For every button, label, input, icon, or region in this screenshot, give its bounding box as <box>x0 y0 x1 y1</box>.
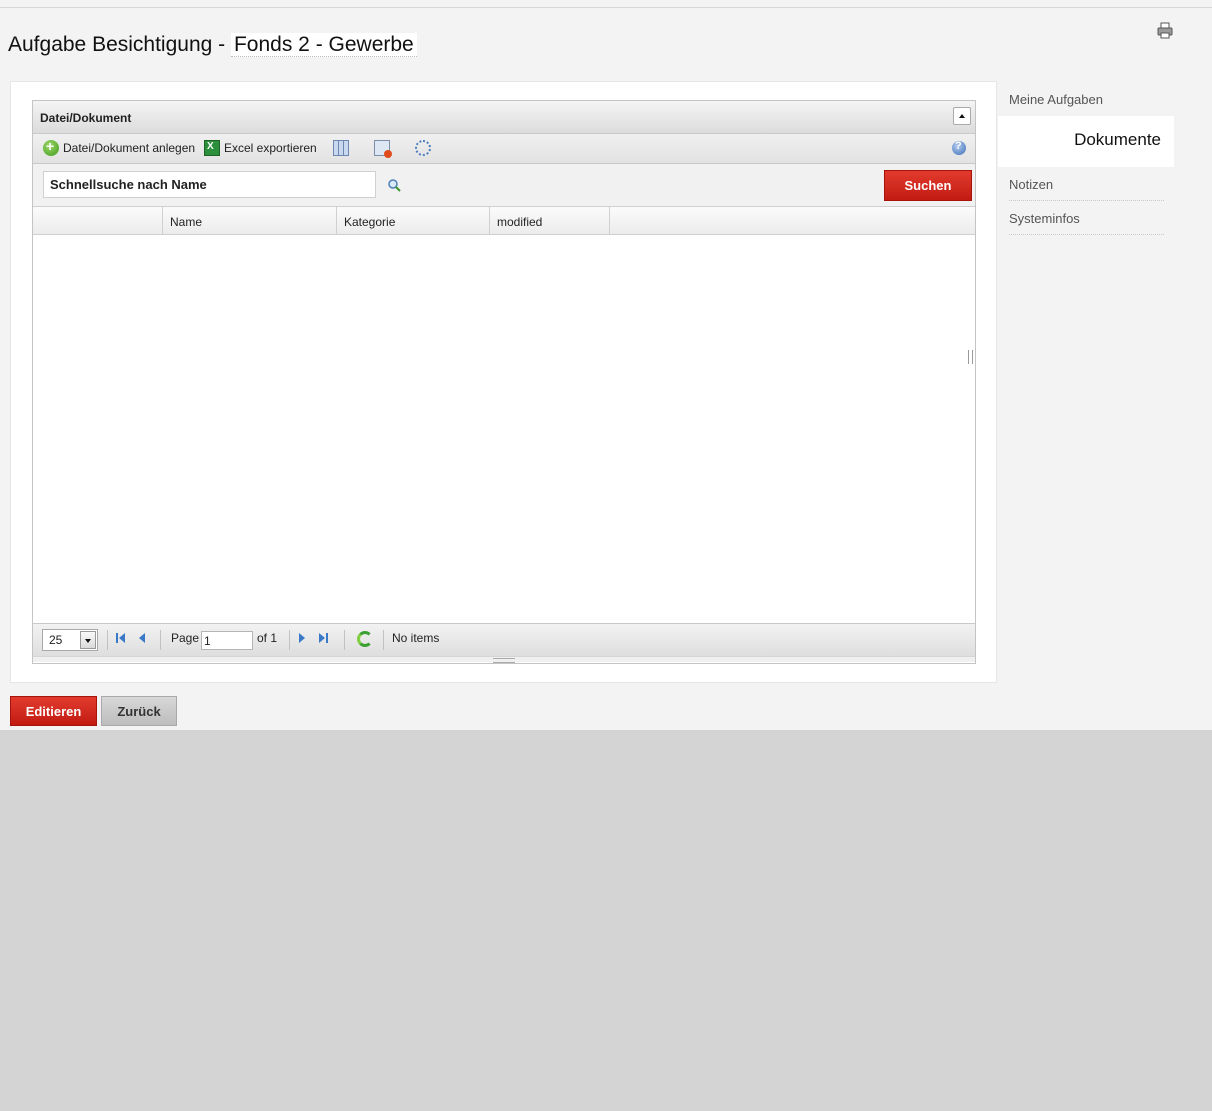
last-page-icon-bar <box>326 633 328 643</box>
delete-button[interactable] <box>374 140 392 158</box>
last-page-icon[interactable] <box>319 633 325 643</box>
add-icon <box>43 138 59 156</box>
expand-button[interactable] <box>415 140 431 156</box>
expand-icon <box>415 140 431 156</box>
top-divider <box>0 7 1212 8</box>
prev-page-icon[interactable] <box>139 633 145 643</box>
column-header-select[interactable] <box>33 207 163 234</box>
pager-status: No items <box>392 631 440 645</box>
side-menu-item-dokumente[interactable]: Dokumente <box>998 116 1174 167</box>
pager-separator <box>160 630 161 650</box>
search-input[interactable]: Schnellsuche nach Name <box>43 171 376 198</box>
pager: 25 Page 1 of 1 No items <box>33 623 975 656</box>
first-page-icon-bar <box>116 633 118 643</box>
page-label: Page <box>171 631 200 645</box>
delete-icon <box>374 140 392 158</box>
pager-separator <box>383 630 384 650</box>
columns-icon <box>333 140 349 156</box>
grid-resize-bar[interactable] <box>33 656 975 663</box>
column-header-row: Name Kategorie modified <box>33 207 975 235</box>
page-number-input[interactable]: 1 <box>201 631 253 650</box>
page-title: Aufgabe Besichtigung - Fonds 2 - Gewerbe <box>8 33 417 57</box>
pager-separator <box>289 630 290 650</box>
print-icon[interactable] <box>1156 22 1174 40</box>
page-size-select[interactable]: 25 <box>42 629 98 651</box>
column-header-name[interactable]: Name <box>163 207 337 234</box>
page-size-value: 25 <box>49 633 63 647</box>
collapse-button[interactable] <box>953 107 971 125</box>
page-title-prefix: Aufgabe Besichtigung - <box>8 33 231 56</box>
grid-title: Datei/Dokument <box>40 111 132 125</box>
excel-export-button[interactable]: Excel exportieren <box>204 140 317 156</box>
column-header-modified[interactable]: modified <box>490 207 610 234</box>
chevron-down-icon[interactable] <box>80 631 96 649</box>
search-bar: Schnellsuche nach Name Suchen <box>33 164 975 207</box>
help-icon[interactable] <box>952 140 966 155</box>
page-count-label: of 1 <box>257 631 278 645</box>
side-menu-item-systeminfos[interactable]: Systeminfos <box>998 201 1174 235</box>
resize-handle[interactable] <box>968 350 973 364</box>
side-menu: Meine Aufgaben Dokumente Notizen Systemi… <box>998 82 1174 235</box>
side-menu-item-meine-aufgaben[interactable]: Meine Aufgaben <box>998 82 1174 116</box>
next-page-icon[interactable] <box>299 633 305 643</box>
search-button[interactable]: Suchen <box>884 170 972 201</box>
search-icon[interactable] <box>387 178 401 192</box>
side-menu-item-notizen[interactable]: Notizen <box>998 167 1174 201</box>
back-button[interactable]: Zurück <box>101 696 177 726</box>
add-document-label: Datei/Dokument anlegen <box>63 141 196 155</box>
refresh-icon[interactable] <box>357 631 373 647</box>
first-page-icon[interactable] <box>119 633 125 643</box>
edit-button[interactable]: Editieren <box>10 696 97 726</box>
columns-button[interactable] <box>333 140 349 156</box>
pager-separator <box>344 630 345 650</box>
excel-icon <box>204 140 220 156</box>
column-header-kategorie[interactable]: Kategorie <box>337 207 490 234</box>
page-title-link[interactable]: Fonds 2 - Gewerbe <box>230 33 417 57</box>
add-document-button[interactable]: Datei/Dokument anlegen <box>43 138 196 156</box>
pager-separator <box>107 630 108 650</box>
grid-body <box>33 235 975 623</box>
document-grid: Datei/Dokument Datei/Dokument anlegen Ex… <box>32 100 976 664</box>
excel-export-label: Excel exportieren <box>224 141 317 155</box>
content-panel: Datei/Dokument Datei/Dokument anlegen Ex… <box>10 81 997 683</box>
grid-toolbar: Datei/Dokument anlegen Excel exportieren <box>33 134 975 164</box>
grid-header: Datei/Dokument <box>33 101 975 134</box>
